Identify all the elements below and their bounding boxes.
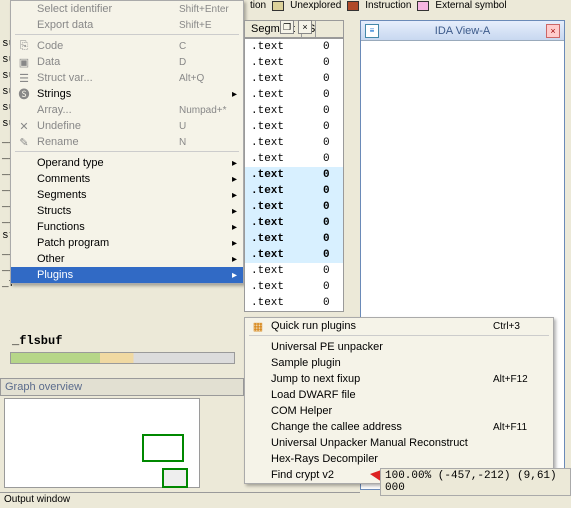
submenu-universal-pe[interactable]: Universal PE unpacker (245, 339, 553, 355)
segment-row[interactable]: .text0 (245, 295, 343, 311)
rename-icon: ✎ (15, 136, 33, 149)
menu-other[interactable]: Other (11, 251, 243, 267)
menu-operand-type[interactable]: Operand type (11, 155, 243, 171)
graph-node[interactable] (162, 468, 188, 488)
submenu-hexrays[interactable]: Hex-Rays Decompiler (245, 451, 553, 467)
submenu-sample[interactable]: Sample plugin (245, 355, 553, 371)
close-icon[interactable]: × (298, 20, 312, 34)
segment-row[interactable]: .text0 (245, 55, 343, 71)
legend-bar: tion Unexplored Instruction External sym… (250, 0, 507, 11)
menu-data[interactable]: ▣DataD (11, 54, 243, 70)
ida-view-title: IDA View-A (385, 25, 540, 37)
output-window-title: Output window (0, 492, 360, 508)
menu-segments[interactable]: Segments (11, 187, 243, 203)
segment-row[interactable]: .text0 (245, 231, 343, 247)
menu-structs[interactable]: Structs (11, 203, 243, 219)
menu-select-identifier[interactable]: Select identifierShift+Enter (11, 1, 243, 17)
mini-toolbar: ❐ × (280, 20, 312, 34)
legend-external: External symbol (435, 0, 506, 11)
segment-row[interactable]: .text0 (245, 135, 343, 151)
struct-icon: ☰ (15, 72, 33, 85)
graph-overview-title: Graph overview (0, 378, 244, 396)
status-bar: 100.00% (-457,-212) (9,61) 000 (380, 468, 571, 496)
segment-row[interactable]: .text0 (245, 263, 343, 279)
submenu-quick-run[interactable]: ▦Quick run pluginsCtrl+3 (245, 318, 553, 334)
strings-icon: 🅢 (15, 86, 33, 102)
data-icon: ▣ (15, 56, 33, 69)
segment-row[interactable]: .text0 (245, 199, 343, 215)
legend-prefix: tion (250, 0, 266, 11)
quickrun-icon: ▦ (249, 320, 267, 333)
segment-row[interactable]: .text0 (245, 71, 343, 87)
menu-array[interactable]: Array...Numpad+* (11, 102, 243, 118)
segment-row[interactable]: .text0 (245, 167, 343, 183)
menu-export-data[interactable]: Export dataShift+E (11, 17, 243, 33)
undefine-icon: ✕ (15, 120, 33, 133)
segment-row[interactable]: .text0 (245, 119, 343, 135)
navigation-band[interactable] (10, 352, 235, 364)
close-icon[interactable]: × (546, 24, 560, 38)
legend-instruction: Instruction (365, 0, 411, 11)
submenu-com-helper[interactable]: COM Helper (245, 403, 553, 419)
code-icon: ⎘ (15, 40, 33, 53)
menu-undefine[interactable]: ✕UndefineU (11, 118, 243, 134)
submenu-change-callee[interactable]: Change the callee addressAlt+F11 (245, 419, 553, 435)
segment-row[interactable]: .text0 (245, 279, 343, 295)
separator (15, 34, 239, 37)
restore-icon[interactable]: ❐ (280, 20, 294, 34)
segment-row[interactable]: .text0 (245, 215, 343, 231)
view-icon: ≡ (365, 24, 379, 38)
segment-row[interactable]: .text0 (245, 183, 343, 199)
menu-strings[interactable]: 🅢Strings (11, 86, 243, 102)
context-menu: Select identifierShift+Enter Export data… (10, 0, 244, 284)
graph-node[interactable] (142, 434, 184, 462)
submenu-jump-fixup[interactable]: Jump to next fixupAlt+F12 (245, 371, 553, 387)
plugins-submenu: ▦Quick run pluginsCtrl+3 Universal PE un… (244, 317, 554, 484)
segment-row[interactable]: .text0 (245, 247, 343, 263)
menu-rename[interactable]: ✎RenameN (11, 134, 243, 150)
menu-comments[interactable]: Comments (11, 171, 243, 187)
submenu-unpacker-manual[interactable]: Universal Unpacker Manual Reconstruct (245, 435, 553, 451)
swatch-external (417, 1, 429, 11)
menu-functions[interactable]: Functions (11, 219, 243, 235)
segment-row[interactable]: .text0 (245, 87, 343, 103)
segment-row[interactable]: .text0 (245, 151, 343, 167)
underly-item: _flsbuf (12, 334, 62, 348)
swatch-instruction (347, 1, 359, 11)
menu-code[interactable]: ⎘CodeC (11, 38, 243, 54)
segments-list[interactable]: .text0.text0.text0.text0.text0.text0.tex… (244, 38, 344, 312)
menu-patch-program[interactable]: Patch program (11, 235, 243, 251)
segment-row[interactable]: .text0 (245, 103, 343, 119)
legend-unexplored: Unexplored (290, 0, 341, 11)
menu-struct-var[interactable]: ☰Struct var...Alt+Q (11, 70, 243, 86)
separator (249, 335, 549, 338)
menu-plugins[interactable]: Plugins (11, 267, 243, 283)
submenu-load-dwarf[interactable]: Load DWARF file (245, 387, 553, 403)
segment-row[interactable]: .text0 (245, 39, 343, 55)
separator (15, 151, 239, 154)
swatch-unexplored (272, 1, 284, 11)
ida-view-titlebar[interactable]: ≡ IDA View-A × (361, 21, 564, 41)
